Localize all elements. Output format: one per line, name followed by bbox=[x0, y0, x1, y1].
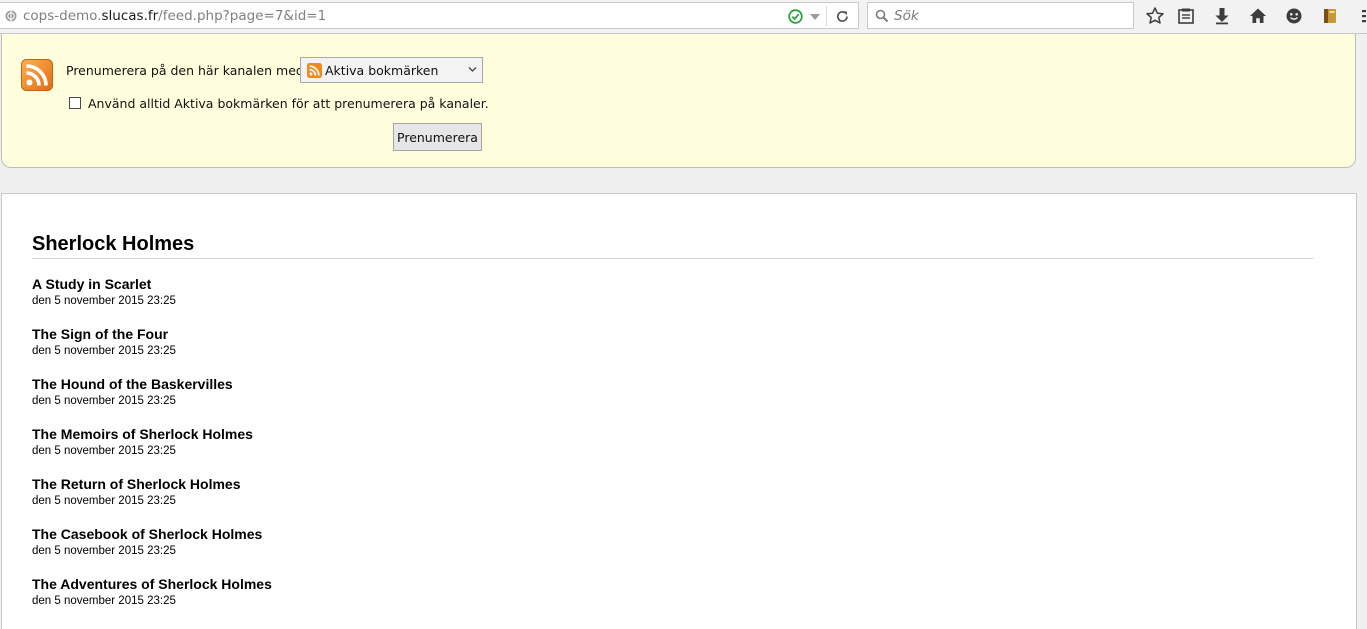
entry-date: den 5 november 2015 23:25 bbox=[32, 495, 176, 507]
always-use-checkbox[interactable] bbox=[69, 97, 81, 109]
entry-title-link[interactable]: A Study in Scarlet bbox=[32, 276, 176, 293]
feed-reader-select[interactable]: Aktiva bokmärken bbox=[300, 57, 483, 83]
bookmark-star-icon[interactable] bbox=[1145, 6, 1165, 26]
selected-reader: Aktiva bokmärken bbox=[325, 63, 439, 78]
entry-date: den 5 november 2015 23:25 bbox=[32, 445, 176, 457]
scrollbar-track[interactable] bbox=[1357, 34, 1367, 629]
always-use-label: Använd alltid Aktiva bokmärken för att p… bbox=[88, 96, 489, 111]
download-icon[interactable] bbox=[1212, 6, 1232, 26]
entry-title-link[interactable]: The Adventures of Sherlock Holmes bbox=[32, 576, 272, 593]
url-path: /feed.php?page=7&id=1 bbox=[158, 8, 327, 24]
search-input[interactable] bbox=[894, 5, 1124, 26]
feed-subscribe-panel: Prenumerera på den här kanalen med Aktiv… bbox=[1, 34, 1356, 168]
entry-date: den 5 november 2015 23:25 bbox=[32, 595, 176, 607]
feed-entry: The Return of Sherlock Holmes den 5 novem… bbox=[32, 476, 240, 508]
entry-title-link[interactable]: The Memoirs of Sherlock Holmes bbox=[32, 426, 253, 443]
entry-title-link[interactable]: The Return of Sherlock Holmes bbox=[32, 476, 240, 493]
feed-entry: A Study in Scarlet den 5 november 2015 23… bbox=[32, 276, 176, 308]
url-prefix: cops-demo. bbox=[23, 8, 102, 24]
extension-icon[interactable] bbox=[1320, 6, 1340, 26]
feed-content: Sherlock Holmes A Study in Scarlet den 5 … bbox=[1, 193, 1357, 629]
entry-title-link[interactable]: The Casebook of Sherlock Holmes bbox=[32, 526, 262, 543]
address-bar[interactable]: cops-demo.slucas.fr/feed.php?page=7&id=1 bbox=[0, 2, 859, 29]
home-icon[interactable] bbox=[1248, 6, 1268, 26]
feed-entry: The Adventures of Sherlock Holmes den 5 n… bbox=[32, 576, 272, 608]
verified-check-icon[interactable] bbox=[788, 9, 803, 24]
feed-entry: The Hound of the Baskervilles den 5 novem… bbox=[32, 376, 233, 408]
search-icon bbox=[875, 9, 889, 23]
rss-feed-icon bbox=[307, 63, 322, 78]
smiley-icon[interactable] bbox=[1284, 6, 1304, 26]
entry-date: den 5 november 2015 23:25 bbox=[32, 345, 176, 357]
dropdown-arrow-icon[interactable] bbox=[810, 14, 820, 20]
url-separator bbox=[826, 6, 827, 26]
entry-date: den 5 november 2015 23:25 bbox=[32, 395, 176, 407]
entry-date: den 5 november 2015 23:25 bbox=[32, 295, 176, 307]
entry-date: den 5 november 2015 23:25 bbox=[32, 545, 176, 557]
menu-icon[interactable] bbox=[1356, 6, 1367, 26]
url-domain: slucas.fr bbox=[101, 8, 159, 24]
feed-entry: The Sign of the Four den 5 november 2015 … bbox=[32, 326, 176, 358]
entry-title-link[interactable]: The Hound of the Baskervilles bbox=[32, 376, 233, 393]
reload-icon[interactable] bbox=[835, 9, 850, 24]
subscribe-button[interactable]: Prenumerera bbox=[393, 123, 482, 151]
url-text[interactable]: cops-demo.slucas.fr/feed.php?page=7&id=1 bbox=[23, 8, 326, 24]
entry-title-link[interactable]: The Sign of the Four bbox=[32, 326, 176, 343]
feed-entry: The Casebook of Sherlock Holmes den 5 nov… bbox=[32, 526, 262, 558]
globe-icon[interactable] bbox=[5, 10, 17, 22]
rss-feed-icon bbox=[21, 59, 53, 91]
browser-toolbar: cops-demo.slucas.fr/feed.php?page=7&id=1 bbox=[0, 0, 1367, 34]
search-bar[interactable] bbox=[867, 2, 1134, 29]
reading-list-icon[interactable] bbox=[1176, 6, 1196, 26]
subscribe-label: Prenumerera på den här kanalen med bbox=[66, 63, 304, 78]
feed-title: Sherlock Holmes bbox=[32, 233, 1313, 259]
feed-entry: The Memoirs of Sherlock Holmes den 5 nove… bbox=[32, 426, 253, 458]
chevron-down-icon bbox=[468, 67, 477, 72]
